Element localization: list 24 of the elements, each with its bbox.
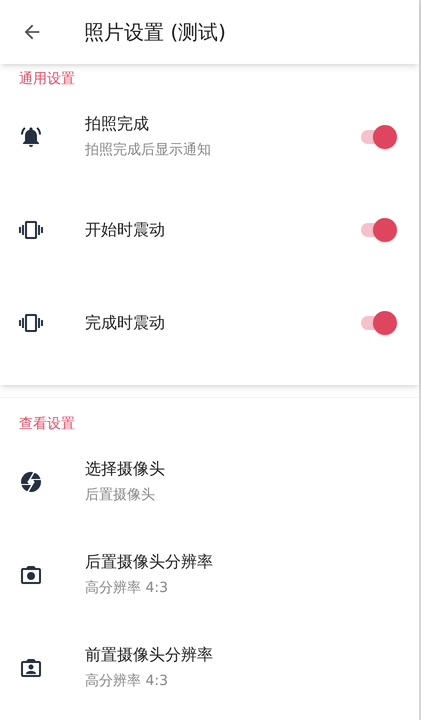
item-summary: 后置摄像头	[85, 486, 156, 505]
settings-item[interactable]: 前置摄像头分辨率 高分辨率 4:3	[0, 621, 419, 714]
settings-item[interactable]: 完成时震动	[0, 276, 419, 369]
item-title: 后置摄像头分辨率	[85, 551, 214, 573]
section-header: 通用设置	[18, 70, 76, 89]
bell-icon	[19, 124, 43, 148]
item-title: 开始时震动	[85, 218, 166, 240]
settings-item[interactable]: 选择摄像头 后置摄像头	[0, 435, 419, 528]
toggle-switch[interactable]	[359, 124, 397, 148]
toggle-switch[interactable]	[359, 218, 397, 242]
aperture-icon	[19, 470, 43, 494]
item-title: 前置摄像头分辨率	[85, 644, 214, 666]
settings-item[interactable]: 后置摄像头分辨率 高分辨率 4:3	[0, 528, 419, 621]
settings-item[interactable]: 开始时震动	[0, 183, 419, 276]
settings-item[interactable]: 拍照完成 拍照完成后显示通知	[0, 90, 419, 183]
item-title: 拍照完成	[85, 113, 150, 135]
item-summary: 高分辨率 4:3	[85, 672, 169, 691]
item-summary: 拍照完成后显示通知	[85, 141, 212, 160]
screen-title: 照片设置 (测试)	[84, 19, 226, 46]
item-title: 完成时震动	[85, 312, 166, 334]
toggle-switch[interactable]	[359, 310, 397, 334]
item-title: 选择摄像头	[85, 458, 166, 480]
item-summary: 高分辨率 4:3	[85, 579, 169, 598]
section-header: 查看设置	[18, 415, 76, 434]
